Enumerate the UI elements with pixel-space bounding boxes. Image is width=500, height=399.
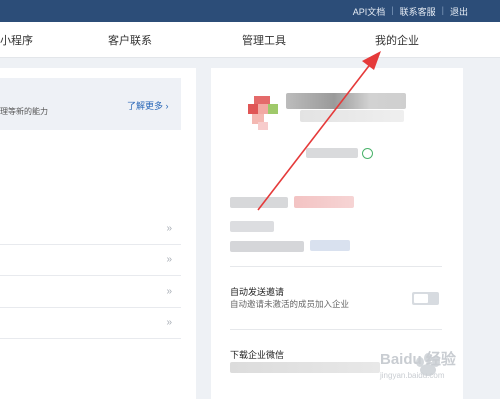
contact-support-link[interactable]: 联系客服 — [400, 5, 436, 18]
divider: | — [391, 5, 394, 15]
member-count-redacted — [294, 196, 354, 208]
list-item[interactable]: » — [0, 308, 181, 339]
member-count-redacted — [230, 197, 288, 208]
learn-more-link[interactable]: 了解更多 › — [127, 99, 169, 112]
divider — [230, 266, 442, 267]
auto-invite-title: 自动发送邀请 — [230, 287, 285, 297]
chevron-right-icon: » — [166, 317, 172, 328]
company-logo — [248, 96, 278, 130]
company-id-redacted — [306, 148, 358, 158]
nav-my-company[interactable]: 我的企业 — [375, 32, 419, 48]
divider — [230, 329, 442, 330]
toggle-knob — [414, 294, 428, 303]
watermark-url: jingyan.baidu.com — [379, 371, 445, 380]
baidu-watermark: Baidu 经验 jingyan.baidu.com — [379, 350, 457, 380]
watermark-brand: Baidu 经验 — [380, 350, 457, 368]
chevron-right-icon: » — [166, 286, 172, 297]
main-nav: 小程序 客户联系 管理工具 我的企业 — [0, 22, 500, 58]
info-line-redacted — [230, 221, 274, 232]
banner-text: 理等新的能力 — [0, 107, 48, 116]
verified-icon — [362, 148, 373, 159]
download-title: 下载企业微信 — [230, 350, 285, 360]
chevron-right-icon: » — [166, 223, 172, 234]
list-item[interactable]: » — [0, 277, 181, 308]
api-docs-link[interactable]: API文档 — [353, 5, 386, 18]
top-links: API文档 | 联系客服 | 退出 — [353, 5, 468, 18]
download-link-redacted — [230, 362, 380, 373]
nav-mini-program[interactable]: 小程序 — [0, 32, 33, 48]
chevron-right-icon: » — [166, 254, 172, 265]
list-item[interactable]: » — [0, 245, 181, 276]
list-item[interactable]: » — [0, 214, 181, 245]
auto-invite-toggle[interactable] — [412, 292, 439, 305]
company-subtitle-redacted — [300, 110, 404, 122]
auto-invite-description: 自动邀请未激活的成员加入企业 — [230, 299, 350, 309]
divider: | — [441, 5, 444, 15]
info-line-redacted — [310, 240, 350, 251]
nav-customer-contact[interactable]: 客户联系 — [108, 32, 152, 48]
nav-management-tools[interactable]: 管理工具 — [242, 32, 286, 48]
company-name-redacted — [286, 93, 406, 109]
info-line-redacted — [230, 241, 304, 252]
logout-link[interactable]: 退出 — [450, 5, 468, 18]
top-bar: API文档 | 联系客服 | 退出 — [0, 0, 500, 22]
